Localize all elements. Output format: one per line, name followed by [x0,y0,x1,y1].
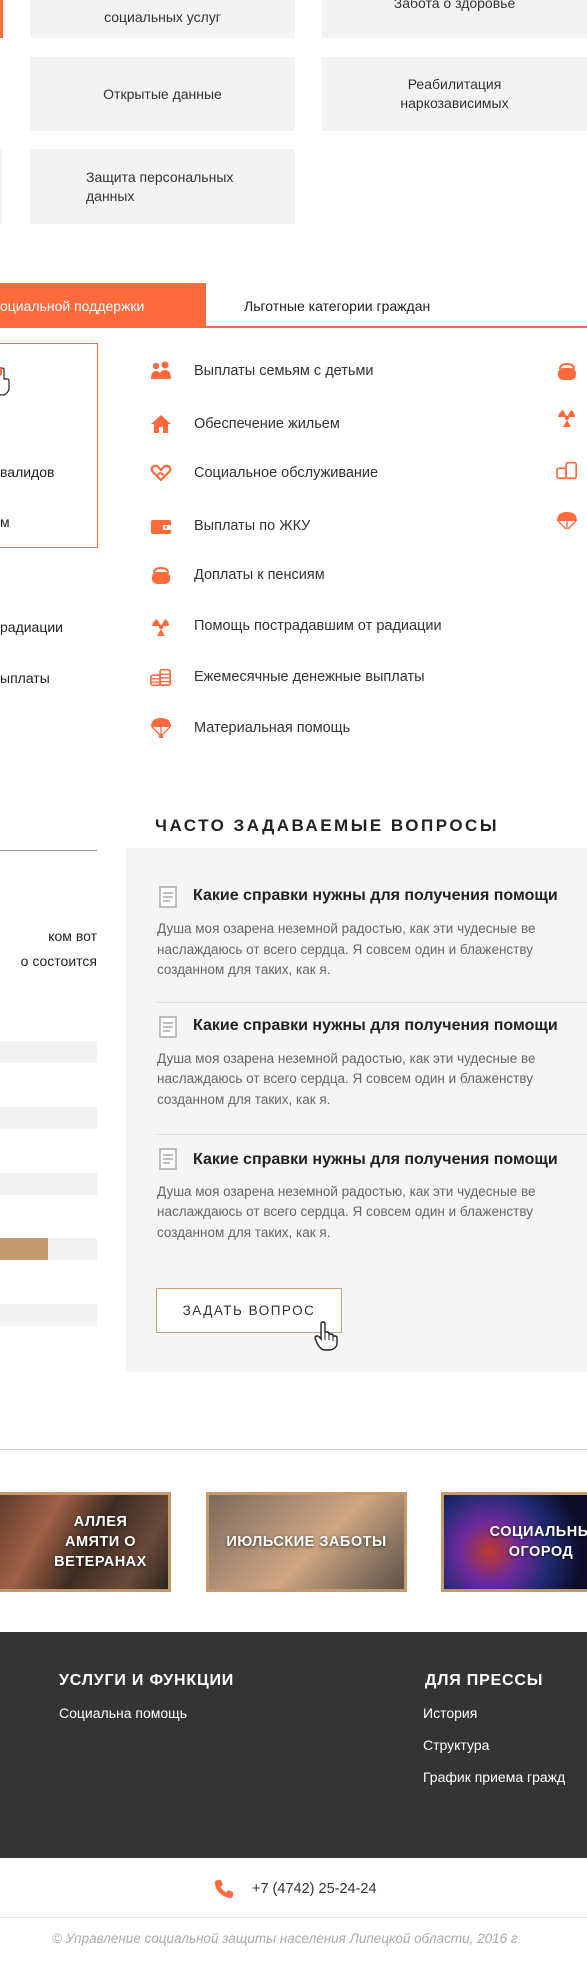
footer-press-title: ДЛЯ ПРЕССЫ [425,1672,544,1689]
coins-icon [150,666,172,688]
faq-answer-line: наслаждаюсь от всего сердца. Я совсем од… [157,1071,533,1086]
ask-button-label: ЗАДАТЬ ВОПРОС [182,1303,316,1318]
left-item-label: м [0,514,10,530]
footer-link[interactable]: Структура [423,1737,489,1753]
heart-hand-icon [150,462,172,484]
tab-label: оциальной поддержки [0,297,145,314]
left-selected-box[interactable] [0,343,98,548]
coins-icon [556,459,578,481]
contact-phone[interactable]: +7 (4742) 25-24-24 [214,1876,377,1902]
footer-link[interactable]: История [423,1705,477,1721]
left-item-m[interactable]: м [0,514,10,530]
poll-bar[interactable] [0,1041,97,1063]
house-icon [150,413,172,435]
tile-rehab[interactable]: Реабилитация наркозависимых [322,57,587,131]
tab-label: Льготные категории граждан [244,297,431,314]
banner-label: АЛЛЕЯ АМЯТИ О ВЕТЕРАНАХ [54,1514,147,1570]
hand-cursor-icon [314,1321,338,1351]
banner-july-cares[interactable]: ИЮЛЬСКИЕ ЗАБОТЫ [206,1492,407,1592]
document-icon [157,1016,179,1038]
poll-bar-filled[interactable] [0,1238,97,1260]
poll-divider [0,850,97,851]
faq-title: ЧАСТО ЗАДАВАЕМЫЕ ВОПРОСЫ [155,816,499,835]
service-label: Помощь пострадавшим от радиации [194,618,442,634]
tab-privileged-categories[interactable]: Льготные категории граждан [206,283,466,328]
tab-social-support[interactable]: оциальной поддержки [0,283,206,328]
footer-services-title: УСЛУГИ И ФУНКЦИИ [59,1672,235,1689]
faq-separator [157,1134,587,1135]
parachute-icon [150,717,172,739]
wallet-icon [150,515,172,537]
left-item-label: валидов [0,464,55,480]
tile-health[interactable]: Забота о здоровье [322,0,587,38]
service-label: Материальная помощь [194,720,351,736]
faq-question[interactable]: Какие справки нужны для получения помощи [193,887,558,905]
service-label: Ежемесячные денежные выплаты [194,669,425,685]
poll-bar[interactable] [0,1173,97,1195]
radiation-icon [150,615,172,637]
copyright: © Управление социальной защиты населения… [52,1931,518,1946]
service-label: Социальное обслуживание [194,465,379,481]
left-item-payments[interactable]: ыплаты [0,670,50,686]
left-item-invalids[interactable]: валидов [0,464,54,480]
purse-icon [556,360,578,382]
faq-answer-line: созданном для таких, как я. [157,1092,331,1107]
tile-label: Защита персональных данных [86,168,234,204]
poll-bar[interactable] [0,1304,97,1326]
left-item-label: радиации [0,619,64,635]
left-item-radiation[interactable]: радиации [0,619,63,635]
faq-answer-line: созданном для таких, как я. [157,1225,331,1240]
tile-edge [0,149,2,224]
phone-number: +7 (4742) 25-24-24 [252,1881,377,1897]
footer: УСЛУГИ И ФУНКЦИИ Социальна помощь ДЛЯ ПР… [0,1632,587,1858]
faq-answer-line: наслаждаюсь от всего сердца. Я совсем од… [157,1204,533,1219]
tile-edge-accent [0,0,3,38]
faq-answer-line: наслаждаюсь от всего сердца. Я совсем од… [157,942,533,957]
poll-bar[interactable] [0,1107,97,1129]
poll-question-text-2: о состоится [0,953,97,969]
left-item-label: ыплаты [0,670,50,686]
banner-label: СОЦИАЛЬНЫ ОГОРОД [489,1524,587,1560]
tile-open-data[interactable]: Открытые данные [30,57,295,131]
tile-social-services[interactable]: социальных услуг [30,0,295,38]
footer-link[interactable]: Социальна помощь [59,1705,187,1721]
service-label: Выплаты семьям с детьми [194,363,374,379]
faq-answer-line: Душа моя озарена неземной радостью, как … [157,1184,536,1199]
banner-social-garden[interactable]: СОЦИАЛЬНЫ ОГОРОД [441,1492,587,1592]
faq-answer-line: созданном для таких, как я. [157,962,331,977]
faq-separator [157,1002,587,1003]
copyright-divider [0,1917,587,1918]
purse-icon [150,564,172,586]
family-icon [150,360,172,382]
poll-bar-fill [0,1238,48,1260]
faq-answer-line: Душа моя озарена неземной радостью, как … [157,921,536,936]
banner-label: ИЮЛЬСКИЕ ЗАБОТЫ [226,1534,387,1550]
faq-question[interactable]: Какие справки нужны для получения помощи [193,1151,558,1169]
tile-personal-data[interactable]: Защита персональных данных [30,149,295,224]
tile-label: Открытые данные [103,85,222,102]
document-icon [157,886,179,908]
banner-veterans-alley[interactable]: АЛЛЕЯ АМЯТИ О ВЕТЕРАНАХ [0,1492,171,1592]
radiation-icon [556,406,578,428]
phone-icon [215,1880,233,1898]
tile-label: Забота о здоровье [393,0,516,11]
tile-label: социальных услуг [104,8,221,25]
service-label: Выплаты по ЖКУ [194,518,311,534]
tile-label: Реабилитация наркозависимых [400,76,509,111]
faq-answer-line: Душа моя озарена неземной радостью, как … [157,1051,536,1066]
hand-cursor-icon [0,367,10,396]
poll-line: о состоится [20,953,97,969]
service-label: Доплаты к пенсиям [194,567,325,583]
section-divider [0,1449,587,1450]
document-icon [157,1148,179,1170]
footer-link[interactable]: График приема гражд [423,1769,565,1785]
parachute-icon [556,511,578,533]
service-label: Обеспечение жильем [194,416,340,432]
faq-question[interactable]: Какие справки нужны для получения помощи [193,1017,558,1035]
poll-question-text: ком вот [0,928,97,944]
poll-line: ком вот [48,928,97,944]
